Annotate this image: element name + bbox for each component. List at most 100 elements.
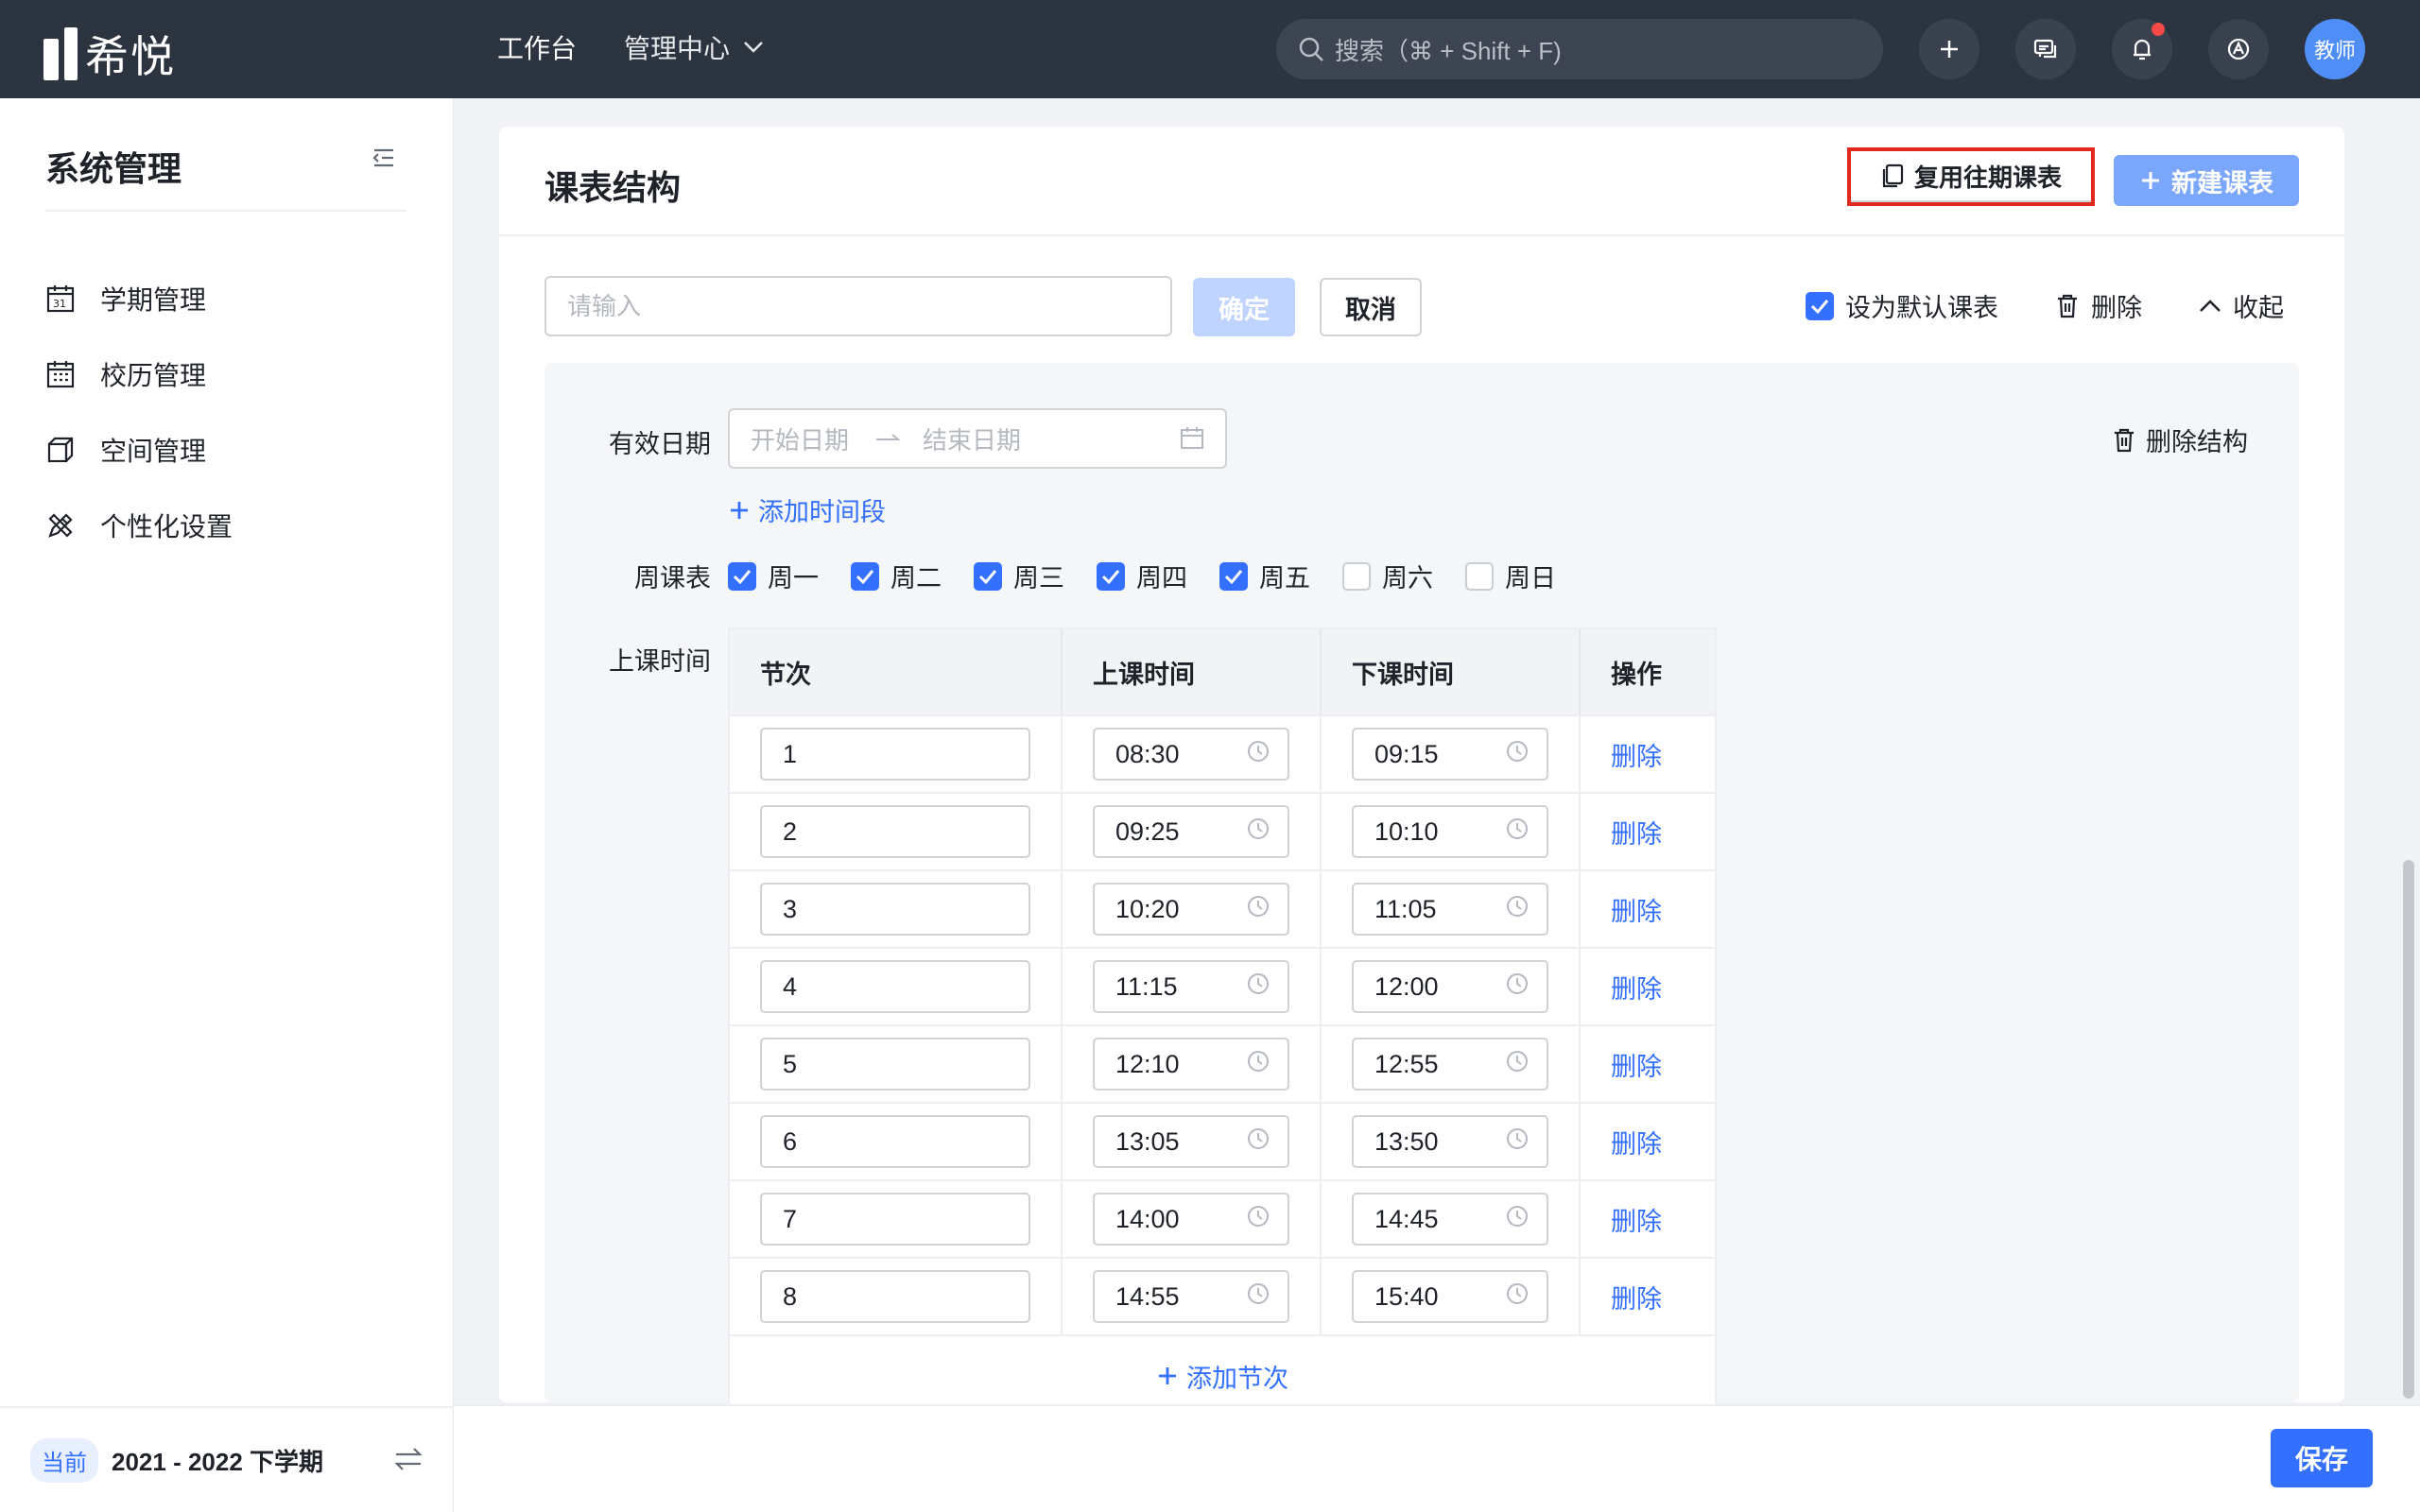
delete-structure-button[interactable]: 删除结构 (2112, 421, 2248, 458)
new-schedule-button[interactable]: 新建课表 (2114, 155, 2299, 206)
start-time-picker[interactable]: 14:00 (1093, 1193, 1289, 1246)
messages-button[interactable] (2015, 19, 2076, 79)
delete-schedule-button[interactable]: 删除 (2055, 287, 2142, 324)
notifications-button[interactable] (2112, 19, 2172, 79)
period-cell: 5 (730, 1026, 1063, 1102)
period-input[interactable]: 1 (760, 728, 1030, 781)
action-cell: 删除 (1581, 1104, 1715, 1179)
add-period-label: 添加时间段 (758, 498, 886, 526)
end-time-cell: 09:15 (1322, 716, 1581, 792)
nav-management-label: 管理中心 (624, 34, 731, 63)
end-time-value: 15:40 (1374, 1281, 1439, 1311)
top-navigation-bar: 希悦 工作台 管理中心 搜索（⌘ + Shift + F) 教师 (0, 0, 2420, 98)
end-time-cell: 14:45 (1322, 1181, 1581, 1257)
start-time-picker[interactable]: 11:15 (1093, 960, 1289, 1013)
current-term-bar: 当前 2021 - 2022 下学期 (0, 1406, 454, 1512)
end-time-picker[interactable]: 10:10 (1352, 805, 1548, 858)
start-time-picker[interactable]: 08:30 (1093, 728, 1289, 781)
delete-row-link[interactable]: 删除 (1611, 1201, 1662, 1238)
weekday-wed[interactable]: 周三 (974, 558, 1064, 594)
switch-term-button[interactable] (393, 1446, 424, 1477)
start-time-picker[interactable]: 14:55 (1093, 1270, 1289, 1323)
delete-row-link[interactable]: 删除 (1611, 891, 1662, 928)
start-time-value: 09:25 (1115, 816, 1180, 846)
period-input[interactable]: 7 (760, 1193, 1030, 1246)
weekday-thu[interactable]: 周四 (1097, 558, 1187, 594)
collapse-sidebar-button[interactable] (371, 147, 395, 173)
start-time-cell: 08:30 (1063, 716, 1322, 792)
period-cell: 8 (730, 1259, 1063, 1334)
default-schedule-checkbox[interactable]: 设为默认课表 (1806, 287, 1998, 324)
end-time-cell: 11:05 (1322, 871, 1581, 947)
end-time-picker[interactable]: 12:55 (1352, 1038, 1548, 1091)
delete-row-link[interactable]: 删除 (1611, 969, 1662, 1005)
current-term: 2021 - 2022 下学期 (112, 1447, 324, 1476)
nav-workbench-label: 工作台 (497, 34, 578, 63)
end-time-picker[interactable]: 09:15 (1352, 728, 1548, 781)
end-time-picker[interactable]: 13:50 (1352, 1115, 1548, 1168)
end-time-picker[interactable]: 15:40 (1352, 1270, 1548, 1323)
weekday-wed-label: 周三 (1013, 564, 1064, 593)
period-input[interactable]: 6 (760, 1115, 1030, 1168)
weekday-sat[interactable]: 周六 (1342, 558, 1433, 594)
add-button[interactable] (1919, 19, 1979, 79)
clock-icon (1246, 971, 1270, 1003)
weekday-sun[interactable]: 周日 (1465, 558, 1556, 594)
clock-icon (1246, 816, 1270, 848)
collapse-label: 收起 (2233, 294, 2284, 322)
period-cell: 7 (730, 1181, 1063, 1257)
delete-row-link[interactable]: 删除 (1611, 736, 1662, 773)
checkbox-checked-icon (728, 561, 756, 591)
weekday-sun-label: 周日 (1505, 564, 1556, 593)
start-time-picker[interactable]: 09:25 (1093, 805, 1289, 858)
table-row: 4 11:15 12:00 删除 (730, 947, 1715, 1024)
weekday-checkboxes: 周一 周二 周三 周四 周五 周六 周日 (728, 558, 1556, 594)
cancel-button[interactable]: 取消 (1320, 278, 1422, 336)
trash-icon (2115, 428, 2134, 452)
period-input[interactable]: 5 (760, 1038, 1030, 1091)
clock-icon (1246, 739, 1270, 770)
nav-workbench[interactable]: 工作台 (497, 28, 577, 66)
delete-row-link[interactable]: 删除 (1611, 814, 1662, 850)
app-switch-button[interactable] (2208, 19, 2269, 79)
add-period-button[interactable]: 添加时间段 (728, 491, 886, 528)
period-input[interactable]: 3 (760, 883, 1030, 936)
save-button[interactable]: 保存 (2271, 1429, 2373, 1487)
delete-row-link[interactable]: 删除 (1611, 1046, 1662, 1083)
delete-structure-label: 删除结构 (2146, 428, 2248, 456)
week-schedule-label: 周课表 (634, 564, 711, 593)
confirm-button[interactable]: 确定 (1193, 278, 1295, 336)
schedule-name-input[interactable] (544, 276, 1172, 336)
checkbox-checked-icon (1219, 561, 1248, 591)
clock-icon (1505, 816, 1530, 848)
avatar[interactable]: 教师 (2305, 19, 2365, 79)
period-input[interactable]: 4 (760, 960, 1030, 1013)
start-time-picker[interactable]: 13:05 (1093, 1115, 1289, 1168)
end-time-picker[interactable]: 14:45 (1352, 1193, 1548, 1246)
weekday-fri[interactable]: 周五 (1219, 558, 1310, 594)
sidebar-item-calendar[interactable]: 校历管理 (45, 336, 233, 412)
scrollbar-thumb[interactable] (2403, 860, 2414, 1399)
delete-row-link[interactable]: 删除 (1611, 1279, 1662, 1315)
period-input[interactable]: 2 (760, 805, 1030, 858)
sidebar-item-space[interactable]: 空间管理 (45, 412, 233, 488)
app-logo[interactable]: 希悦 (43, 23, 176, 85)
chat-icon (2033, 39, 2057, 59)
nav-management-center[interactable]: 管理中心 (624, 28, 764, 66)
arrow-right-icon (876, 434, 901, 440)
end-time-picker[interactable]: 11:05 (1352, 883, 1548, 936)
global-search[interactable]: 搜索（⌘ + Shift + F) (1276, 19, 1883, 79)
period-input[interactable]: 8 (760, 1270, 1030, 1323)
end-time-picker[interactable]: 12:00 (1352, 960, 1548, 1013)
calendar-31-icon: 31 (46, 285, 75, 313)
sidebar-item-personalize[interactable]: 个性化设置 (45, 488, 233, 563)
start-time-picker[interactable]: 10:20 (1093, 883, 1289, 936)
weekday-tue[interactable]: 周二 (851, 558, 942, 594)
start-time-picker[interactable]: 12:10 (1093, 1038, 1289, 1091)
delete-row-link[interactable]: 删除 (1611, 1124, 1662, 1160)
start-time-value: 12:10 (1115, 1049, 1180, 1078)
date-range-picker[interactable]: 开始日期 结束日期 (728, 408, 1227, 469)
sidebar-item-term[interactable]: 31 学期管理 (45, 261, 233, 336)
collapse-button[interactable]: 收起 (2199, 287, 2284, 324)
weekday-mon[interactable]: 周一 (728, 558, 819, 594)
